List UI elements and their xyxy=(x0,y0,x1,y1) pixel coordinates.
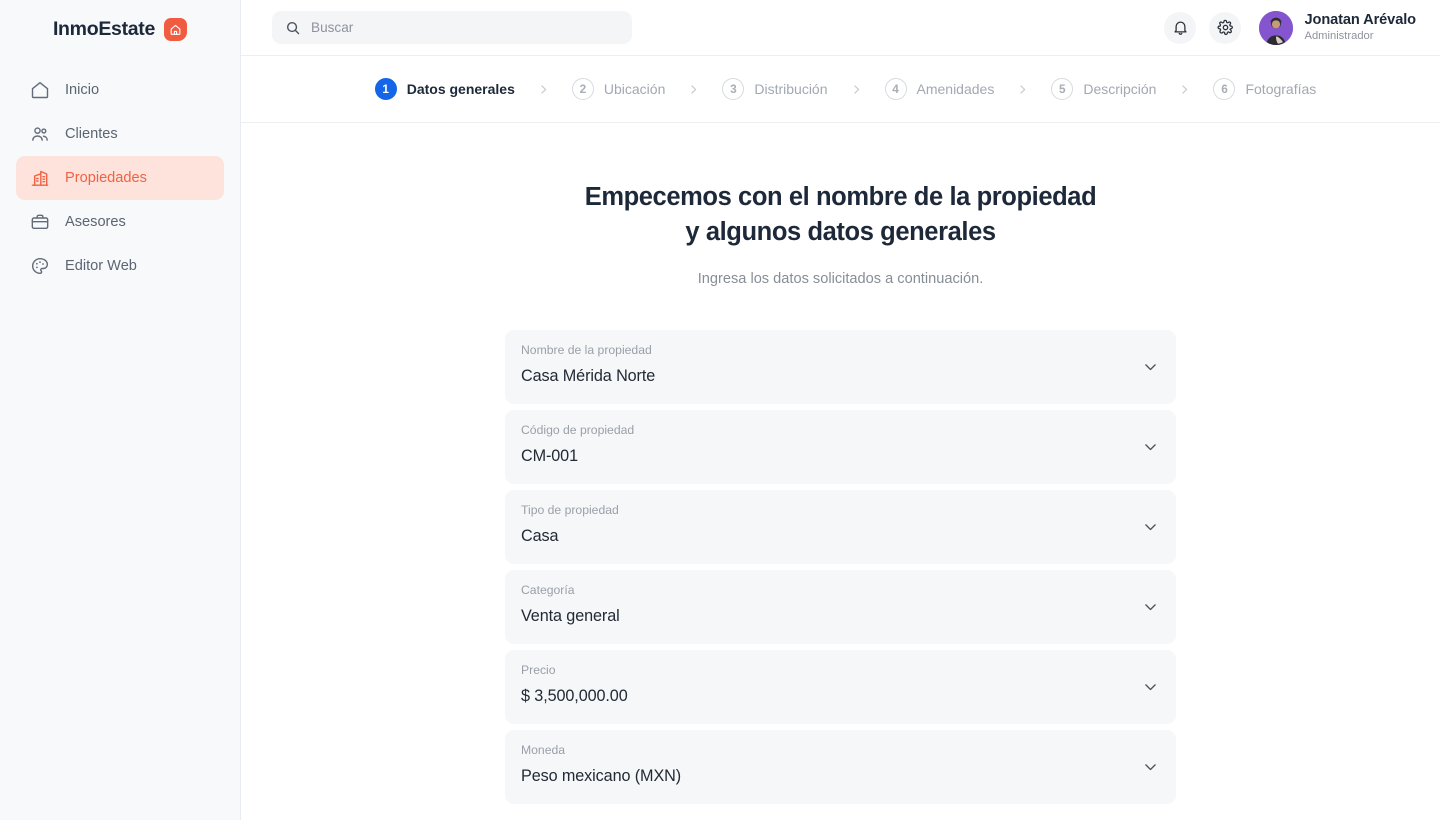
sidebar-item-label: Inicio xyxy=(65,82,99,98)
user-role: Administrador xyxy=(1304,30,1416,43)
sidebar-item-asesores[interactable]: Asesores xyxy=(16,200,224,244)
notifications-button[interactable] xyxy=(1164,12,1196,44)
step-number: 2 xyxy=(572,78,594,100)
field-nombre-de-la-propiedad[interactable]: Nombre de la propiedad Casa Mérida Norte xyxy=(505,330,1176,404)
step-datos-generales[interactable]: 1 Datos generales xyxy=(375,78,515,100)
field-value: Peso mexicano (MXN) xyxy=(521,766,1154,787)
chevron-down-icon[interactable] xyxy=(1142,599,1159,616)
step-label: Ubicación xyxy=(604,81,665,97)
chevron-right-icon xyxy=(994,83,1051,96)
users-icon xyxy=(29,124,50,145)
settings-button[interactable] xyxy=(1209,12,1241,44)
step-label: Fotografías xyxy=(1245,81,1316,97)
chevron-down-icon[interactable] xyxy=(1142,519,1159,536)
buildings-icon xyxy=(29,168,50,189)
chevron-down-icon[interactable] xyxy=(1142,759,1159,776)
step-label: Distribución xyxy=(754,81,827,97)
field-value: $ 3,500,000.00 xyxy=(521,686,1154,707)
wizard-stepper: 1 Datos generales 2 Ubicación 3 Distribu… xyxy=(241,56,1440,123)
page-title-line-1: Empecemos con el nombre de la propiedad xyxy=(585,183,1097,211)
gear-icon xyxy=(1217,19,1234,36)
step-number: 1 xyxy=(375,78,397,100)
search-icon xyxy=(285,20,301,36)
field-moneda[interactable]: Moneda Peso mexicano (MXN) xyxy=(505,730,1176,804)
step-number: 4 xyxy=(885,78,907,100)
field-codigo-de-propiedad[interactable]: Código de propiedad CM-001 xyxy=(505,410,1176,484)
step-number: 6 xyxy=(1213,78,1235,100)
user-menu[interactable]: Jonatan Arévalo Administrador xyxy=(1259,11,1416,45)
step-amenidades[interactable]: 4 Amenidades xyxy=(885,78,995,100)
field-value: Venta general xyxy=(521,606,1154,627)
avatar xyxy=(1259,11,1293,45)
step-number: 5 xyxy=(1051,78,1073,100)
field-label: Nombre de la propiedad xyxy=(521,344,1154,357)
chevron-right-icon xyxy=(828,83,885,96)
sidebar-item-propiedades[interactable]: Propiedades xyxy=(16,156,224,200)
field-label: Categoría xyxy=(521,584,1154,597)
page-title-line-2: y algunos datos generales xyxy=(685,218,995,246)
field-label: Precio xyxy=(521,664,1154,677)
step-fotografias[interactable]: 6 Fotografías xyxy=(1213,78,1316,100)
step-ubicacion[interactable]: 2 Ubicación xyxy=(572,78,665,100)
briefcase-icon xyxy=(29,212,50,233)
palette-icon xyxy=(29,256,50,277)
field-value: Casa Mérida Norte xyxy=(521,366,1154,387)
datos-generales-form: Nombre de la propiedad Casa Mérida Norte… xyxy=(505,330,1176,820)
chevron-right-icon xyxy=(665,83,722,96)
sidebar-item-label: Asesores xyxy=(65,214,126,230)
field-label: Código de propiedad xyxy=(521,424,1154,437)
page-title: Empecemos con el nombre de la propiedad … xyxy=(505,180,1176,249)
sidebar-item-clientes[interactable]: Clientes xyxy=(16,112,224,156)
topbar-actions: Jonatan Arévalo Administrador xyxy=(1164,11,1416,45)
brand-name: InmoEstate xyxy=(53,18,155,41)
main-area: Jonatan Arévalo Administrador 1 Datos ge… xyxy=(241,0,1440,820)
field-label: Tipo de propiedad xyxy=(521,504,1154,517)
chevron-right-icon xyxy=(1156,83,1213,96)
chevron-down-icon[interactable] xyxy=(1142,679,1159,696)
bell-icon xyxy=(1172,19,1189,36)
step-number: 3 xyxy=(722,78,744,100)
sidebar-nav: Inicio Clientes xyxy=(0,68,240,288)
user-meta: Jonatan Arévalo Administrador xyxy=(1304,12,1416,44)
step-distribucion[interactable]: 3 Distribución xyxy=(722,78,827,100)
chevron-down-icon[interactable] xyxy=(1142,359,1159,376)
app-root: InmoEstate Inicio xyxy=(0,0,1440,820)
search-bar[interactable] xyxy=(272,11,632,44)
step-label: Datos generales xyxy=(407,81,515,97)
sidebar-item-label: Editor Web xyxy=(65,258,137,274)
content-scroll-area: Empecemos con el nombre de la propiedad … xyxy=(241,123,1440,820)
topbar: Jonatan Arévalo Administrador xyxy=(241,0,1440,56)
house-pin-icon xyxy=(164,18,187,41)
brand-logo[interactable]: InmoEstate xyxy=(0,0,240,56)
sidebar-item-editor-web[interactable]: Editor Web xyxy=(16,244,224,288)
sidebar-item-label: Propiedades xyxy=(65,170,147,186)
sidebar: InmoEstate Inicio xyxy=(0,0,241,820)
page-subtitle: Ingresa los datos solicitados a continua… xyxy=(505,271,1176,287)
field-tipo-de-propiedad[interactable]: Tipo de propiedad Casa xyxy=(505,490,1176,564)
field-precio[interactable]: Precio $ 3,500,000.00 xyxy=(505,650,1176,724)
field-label: Moneda xyxy=(521,744,1154,757)
chevron-right-icon xyxy=(515,83,572,96)
field-value: CM-001 xyxy=(521,446,1154,467)
step-label: Amenidades xyxy=(917,81,995,97)
sidebar-item-label: Clientes xyxy=(65,126,118,142)
home-icon xyxy=(29,80,50,101)
step-descripcion[interactable]: 5 Descripción xyxy=(1051,78,1156,100)
search-input[interactable] xyxy=(311,20,619,35)
sidebar-item-inicio[interactable]: Inicio xyxy=(16,68,224,112)
step-label: Descripción xyxy=(1083,81,1156,97)
chevron-down-icon[interactable] xyxy=(1142,439,1159,456)
form-wrapper: Empecemos con el nombre de la propiedad … xyxy=(505,180,1176,820)
field-categoria[interactable]: Categoría Venta general xyxy=(505,570,1176,644)
field-value: Casa xyxy=(521,526,1154,547)
user-name: Jonatan Arévalo xyxy=(1304,12,1416,29)
